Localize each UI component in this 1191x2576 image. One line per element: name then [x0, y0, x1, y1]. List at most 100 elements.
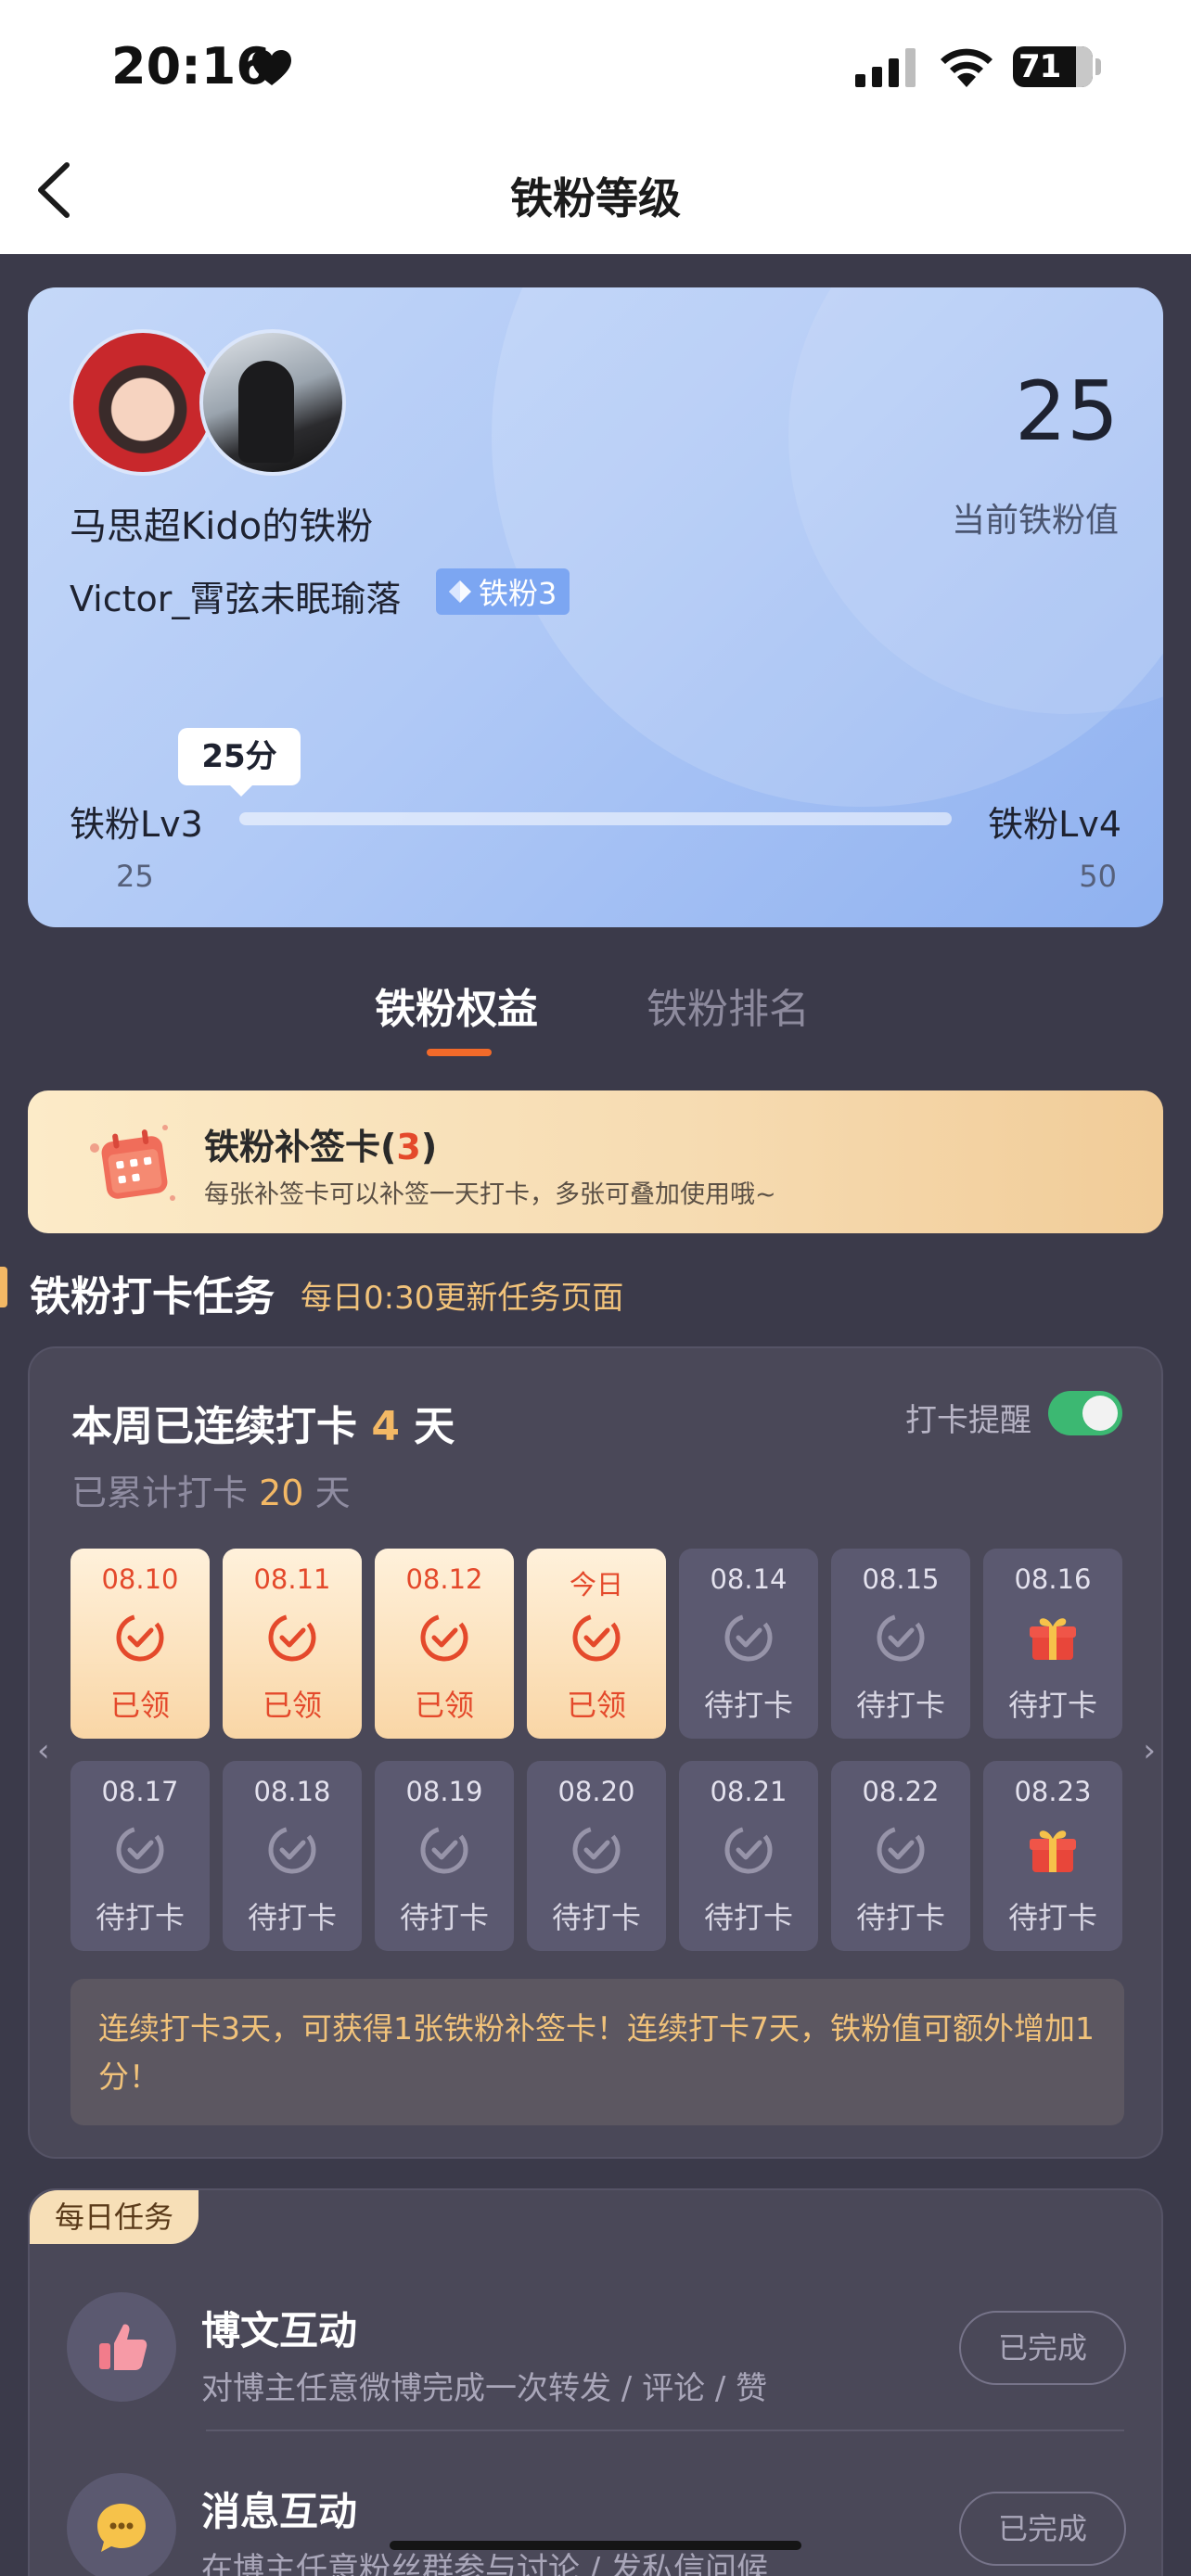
checkin-day-status: 待打卡: [247, 1900, 337, 1935]
checkin-tip: 连续打卡3天，可获得1张铁粉补签卡！连续打卡7天，铁粉值可额外增加1分！: [70, 1979, 1124, 2125]
prev-week-arrow[interactable]: ‹: [37, 1732, 50, 1769]
check-circle-icon: [570, 1612, 622, 1664]
task-icon-wrap: [67, 2473, 176, 2576]
fan-username: Victor_霄弦未眠瑜落: [70, 579, 402, 619]
check-circle-icon: [418, 1612, 470, 1664]
checkin-day[interactable]: 08.20 待打卡: [527, 1761, 666, 1951]
battery-indicator: 71: [1013, 46, 1093, 87]
creator-avatar[interactable]: [70, 329, 216, 476]
checkin-day[interactable]: 08.16 待打卡: [983, 1549, 1122, 1739]
checkin-calendar: 08.10 已领 08.11 已领 08.12 已领 今日 已领 08.14 待打卡 08.15 待打…: [70, 1549, 1124, 1973]
reminder-label: 打卡提醒: [905, 1402, 1031, 1439]
task-complete-button[interactable]: 已完成: [959, 2492, 1126, 2566]
check-circle-icon: [723, 1824, 775, 1876]
check-circle-icon: [875, 1824, 927, 1876]
total-days: 20: [259, 1473, 304, 1513]
tab-fan-ranking[interactable]: 铁粉排名: [647, 976, 810, 1035]
fan-name: 马思超Kido的铁粉: [70, 505, 374, 548]
tab-fan-rights[interactable]: 铁粉权益: [375, 976, 538, 1035]
checkin-day-date: 08.18: [253, 1776, 331, 1807]
checkin-day-status: 待打卡: [399, 1900, 489, 1935]
check-circle-icon: [418, 1824, 470, 1876]
task-complete-button[interactable]: 已完成: [959, 2311, 1126, 2385]
total-checkin-text: 已累计打卡 20 天: [71, 1473, 351, 1513]
task-desc: 对博主任意微博完成一次转发 / 评论 / 赞: [201, 2370, 768, 2407]
checkin-day-status: 待打卡: [551, 1900, 641, 1935]
next-week-arrow[interactable]: ›: [1143, 1732, 1156, 1769]
checkin-day[interactable]: 08.22 待打卡: [831, 1761, 970, 1951]
checkin-day[interactable]: 08.10 已领: [70, 1549, 210, 1739]
battery-level: 71: [1018, 48, 1061, 85]
checkin-day-date: 今日: [569, 1569, 623, 1600]
checkin-day-status: 待打卡: [855, 1900, 945, 1935]
checkin-day-date: 08.10: [101, 1563, 179, 1595]
checkin-day-date: 08.17: [101, 1776, 179, 1807]
level-next: 铁粉Lv4: [988, 804, 1121, 845]
checkin-day-date: 08.19: [405, 1776, 483, 1807]
task-message-interaction: 消息互动 在博主任意粉丝群参与讨论 / 发私信问候 已完成: [30, 2455, 1165, 2576]
checkin-day-status: 已领: [414, 1688, 474, 1723]
check-circle-icon: [875, 1612, 927, 1664]
active-tab-indicator: [427, 1049, 492, 1056]
checkin-panel: 本周已连续打卡 4 天 已累计打卡 20 天 打卡提醒 08.10 已领 08.11…: [28, 1346, 1163, 2159]
daily-tasks-panel: 每日任务 博文互动 对博主任意微博完成一次转发 / 评论 / 赞 已完成 消息互…: [28, 2188, 1163, 2576]
check-circle-icon: [114, 1612, 166, 1664]
task-post-interaction: 博文互动 对博主任意微博完成一次转发 / 评论 / 赞 已完成: [30, 2274, 1165, 2441]
checkin-day[interactable]: 08.23 待打卡: [983, 1761, 1122, 1951]
check-circle-icon: [570, 1824, 622, 1876]
checkin-day[interactable]: 08.15 待打卡: [831, 1549, 970, 1739]
checkin-day[interactable]: 08.18 待打卡: [223, 1761, 362, 1951]
user-avatar[interactable]: [199, 329, 346, 476]
score-bubble: 25分: [178, 728, 301, 797]
fan-badge: 铁粉3: [436, 568, 570, 615]
checkin-day-status: 待打卡: [1007, 1688, 1097, 1723]
top-bar: 20:16 71 铁粉等级: [0, 0, 1191, 254]
check-circle-icon: [266, 1824, 318, 1876]
checkin-day[interactable]: 08.11 已领: [223, 1549, 362, 1739]
checkin-day[interactable]: 08.19 待打卡: [375, 1761, 514, 1951]
level-current: 铁粉Lv3: [70, 804, 203, 845]
checkin-week-row: 08.17 待打卡 08.18 待打卡 08.19 待打卡 08.20 待打卡 08.21 待打卡…: [70, 1761, 1124, 1951]
home-indicator: [390, 2541, 801, 2550]
battery-tip: [1095, 58, 1101, 75]
gift-icon: [1027, 1612, 1079, 1664]
checkin-day-status: 待打卡: [1007, 1900, 1097, 1935]
level-max-value: 50: [1079, 859, 1117, 894]
checkin-day-date: 08.15: [862, 1563, 940, 1595]
supplement-card[interactable]: 铁粉补签卡(3) 每张补签卡可以补签一天打卡，多张可叠加使用哦~: [28, 1090, 1163, 1233]
checkin-day[interactable]: 08.14 待打卡: [679, 1549, 818, 1739]
task-divider: [206, 2429, 1124, 2431]
checkin-day-date: 08.23: [1014, 1776, 1092, 1807]
reminder-toggle[interactable]: [1048, 1391, 1122, 1435]
checkin-day-status: 待打卡: [855, 1688, 945, 1723]
chat-emoji-icon: [97, 2504, 146, 2552]
page-title: 铁粉等级: [510, 173, 681, 223]
checkin-day-date: 08.14: [710, 1563, 788, 1595]
status-time: 20:16: [111, 37, 271, 96]
section-subtitle: 每日0:30更新任务页面: [301, 1280, 624, 1317]
checkin-day-date: 08.11: [253, 1563, 331, 1595]
task-title: 消息互动: [201, 2489, 358, 2534]
fan-value-label: 当前铁粉值: [951, 502, 1119, 540]
supplement-desc: 每张补签卡可以补签一天打卡，多张可叠加使用哦~: [204, 1180, 776, 1209]
streak-days: 4: [371, 1403, 400, 1450]
check-circle-icon: [266, 1612, 318, 1664]
task-title: 博文互动: [201, 2308, 358, 2353]
checkin-day-status: 已领: [109, 1688, 170, 1723]
checkin-day[interactable]: 08.17 待打卡: [70, 1761, 210, 1951]
fan-level-card: 马思超Kido的铁粉 Victor_霄弦未眠瑜落 铁粉3 25 当前铁粉值 25…: [28, 287, 1163, 927]
signal-icon: [855, 48, 916, 87]
thumbs-up-icon: [99, 2324, 147, 2370]
wifi-icon: [941, 48, 992, 87]
supplement-count: 3: [396, 1127, 421, 1167]
diamond-icon: [449, 580, 471, 603]
daily-tasks-tag: 每日任务: [30, 2190, 198, 2244]
checkin-day[interactable]: 08.12 已领: [375, 1549, 514, 1739]
checkin-week-row: 08.10 已领 08.11 已领 08.12 已领 今日 已领 08.14 待打卡 08.15 待打…: [70, 1549, 1124, 1739]
check-circle-icon: [114, 1824, 166, 1876]
fan-badge-label: 铁粉3: [479, 576, 557, 611]
checkin-day[interactable]: 08.21 待打卡: [679, 1761, 818, 1951]
checkin-day[interactable]: 今日 已领: [527, 1549, 666, 1739]
supplement-title: 铁粉补签卡(3): [204, 1127, 438, 1167]
streak-text: 本周已连续打卡 4 天: [71, 1403, 455, 1450]
